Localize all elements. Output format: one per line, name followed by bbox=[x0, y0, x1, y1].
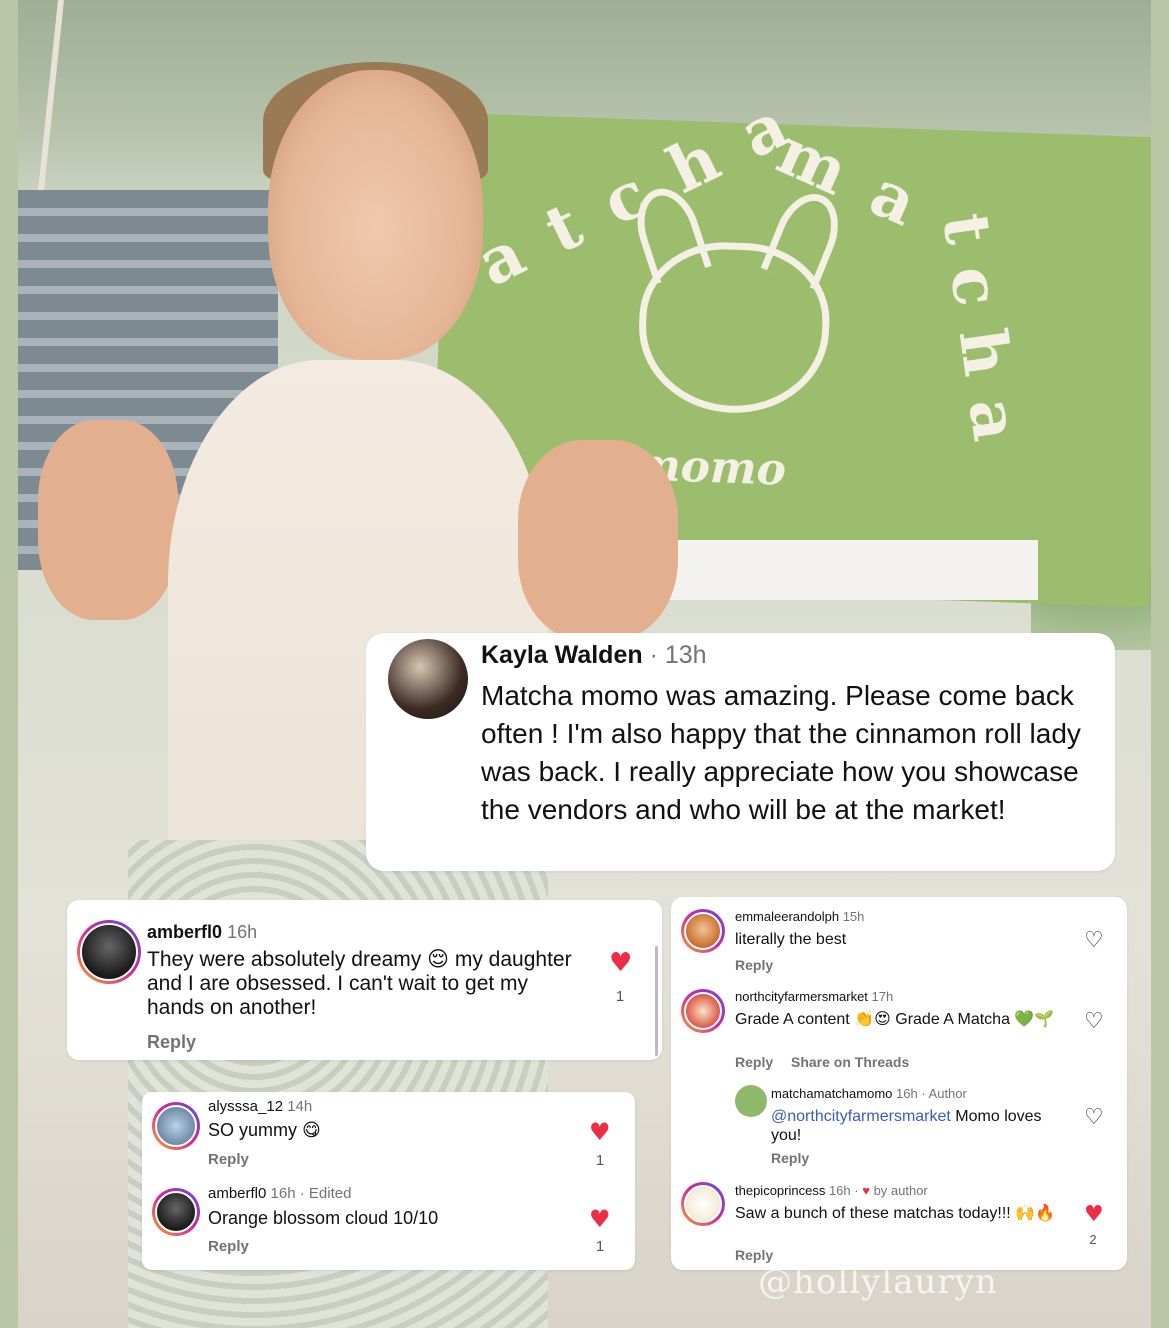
like-count: 1 bbox=[595, 1152, 605, 1169]
bunny-logo bbox=[626, 180, 850, 417]
comment-card-right: emmaleerandolph 15h literally the best R… bbox=[671, 897, 1127, 1270]
timestamp: 14h bbox=[287, 1098, 313, 1115]
heart-icon: ♥ bbox=[862, 1183, 870, 1198]
timestamp: 16h · Edited bbox=[270, 1185, 352, 1202]
avatar[interactable] bbox=[735, 1085, 767, 1117]
comment-header: matchamatchamomo 16h · Author bbox=[771, 1086, 967, 1101]
username[interactable]: amberfl0 bbox=[147, 922, 222, 942]
like-count: 2 bbox=[1089, 1232, 1097, 1247]
comment-header: northcityfarmersmarket 17h bbox=[735, 989, 893, 1004]
comment-header: amberfl0 16h bbox=[147, 922, 257, 943]
comment-card-kayla: Kayla Walden · 13h Matcha momo was amazi… bbox=[366, 633, 1115, 871]
avatar[interactable] bbox=[152, 1102, 200, 1150]
avatar[interactable] bbox=[152, 1188, 200, 1236]
comment-header: Kayla Walden · 13h bbox=[481, 641, 707, 670]
comment-header: thepicoprincess 16h · ♥ by author bbox=[735, 1183, 928, 1198]
timestamp: · 13h bbox=[649, 641, 707, 669]
heart-icon[interactable]: ♥ bbox=[1084, 1204, 1104, 1226]
reply-button[interactable]: Reply bbox=[208, 1238, 249, 1255]
avatar[interactable] bbox=[681, 1182, 725, 1226]
comment-text: Orange blossom cloud 10/10 bbox=[208, 1208, 439, 1228]
username[interactable]: Kayla Walden bbox=[481, 641, 643, 669]
timestamp: 16h · bbox=[828, 1183, 859, 1198]
reply-button[interactable]: Reply bbox=[735, 957, 773, 973]
comment-header: amberfl0 16h · Edited bbox=[208, 1185, 351, 1202]
heart-icon[interactable]: ♥ bbox=[609, 950, 632, 976]
heart-outline-icon[interactable]: ♡ bbox=[1084, 1107, 1104, 1129]
heart-icon[interactable]: ♥ bbox=[589, 1207, 611, 1231]
banner-word-right: tcha bbox=[927, 208, 1038, 470]
reply-button[interactable]: Reply bbox=[147, 1032, 196, 1053]
like-count: 1 bbox=[615, 988, 625, 1005]
comment-text: Matcha momo was amazing. Please come bac… bbox=[481, 680, 1081, 825]
like-count: 1 bbox=[595, 1238, 605, 1255]
scrollbar[interactable] bbox=[655, 946, 658, 1056]
share-on-threads-button[interactable]: Share on Threads bbox=[791, 1054, 909, 1070]
comment-card-amberfl0: amberfl0 16h They were absolutely dreamy… bbox=[67, 900, 662, 1060]
person-arm bbox=[38, 420, 178, 620]
timestamp: 15h bbox=[842, 909, 865, 924]
comment-text: SO yummy 😋 bbox=[208, 1120, 321, 1140]
liked-by-author-label: ♥ by author bbox=[862, 1183, 928, 1198]
username[interactable]: emmaleerandolph bbox=[735, 909, 839, 924]
username[interactable]: northcityfarmersmarket bbox=[735, 989, 868, 1004]
avatar[interactable] bbox=[388, 639, 468, 719]
comment-text: @northcityfarmersmarket Momo loves you! bbox=[771, 1107, 1071, 1145]
timestamp: 16h · Author bbox=[896, 1086, 967, 1101]
reply-button[interactable]: Reply bbox=[735, 1247, 773, 1263]
comment-text: Saw a bunch of these matchas today!!! 🙌🔥 bbox=[735, 1205, 1056, 1222]
timestamp: 17h bbox=[871, 989, 894, 1004]
comment-text: They were absolutely dreamy 😌 my daughte… bbox=[147, 948, 572, 1019]
username[interactable]: thepicoprincess bbox=[735, 1183, 825, 1198]
comment-header: emmaleerandolph 15h bbox=[735, 909, 864, 924]
comment-text: Grade A content 👏😍 Grade A Matcha 💚🌱 bbox=[735, 1011, 1055, 1028]
heart-outline-icon[interactable]: ♡ bbox=[1084, 1011, 1104, 1033]
reply-button[interactable]: Reply bbox=[735, 1054, 773, 1070]
comment-header: alysssa_12 14h bbox=[208, 1098, 312, 1115]
person-arm bbox=[518, 440, 678, 640]
username[interactable]: amberfl0 bbox=[208, 1185, 266, 1202]
comment-card-lower: alysssa_12 14h SO yummy 😋 Reply ♥ 1 ambe… bbox=[142, 1092, 635, 1270]
comment-text: literally the best bbox=[735, 931, 847, 948]
heart-outline-icon[interactable]: ♡ bbox=[1084, 930, 1104, 952]
mention-link[interactable]: @northcityfarmersmarket bbox=[771, 1108, 951, 1125]
username[interactable]: matchamatchamomo bbox=[771, 1086, 892, 1101]
reply-button[interactable]: Reply bbox=[771, 1150, 809, 1166]
person-face bbox=[268, 70, 483, 360]
avatar[interactable] bbox=[681, 989, 725, 1033]
heart-icon[interactable]: ♥ bbox=[589, 1120, 611, 1144]
timestamp: 16h bbox=[227, 922, 258, 942]
avatar[interactable] bbox=[77, 920, 141, 984]
reply-button[interactable]: Reply bbox=[208, 1151, 249, 1168]
avatar[interactable] bbox=[681, 909, 725, 953]
username[interactable]: alysssa_12 bbox=[208, 1098, 283, 1115]
